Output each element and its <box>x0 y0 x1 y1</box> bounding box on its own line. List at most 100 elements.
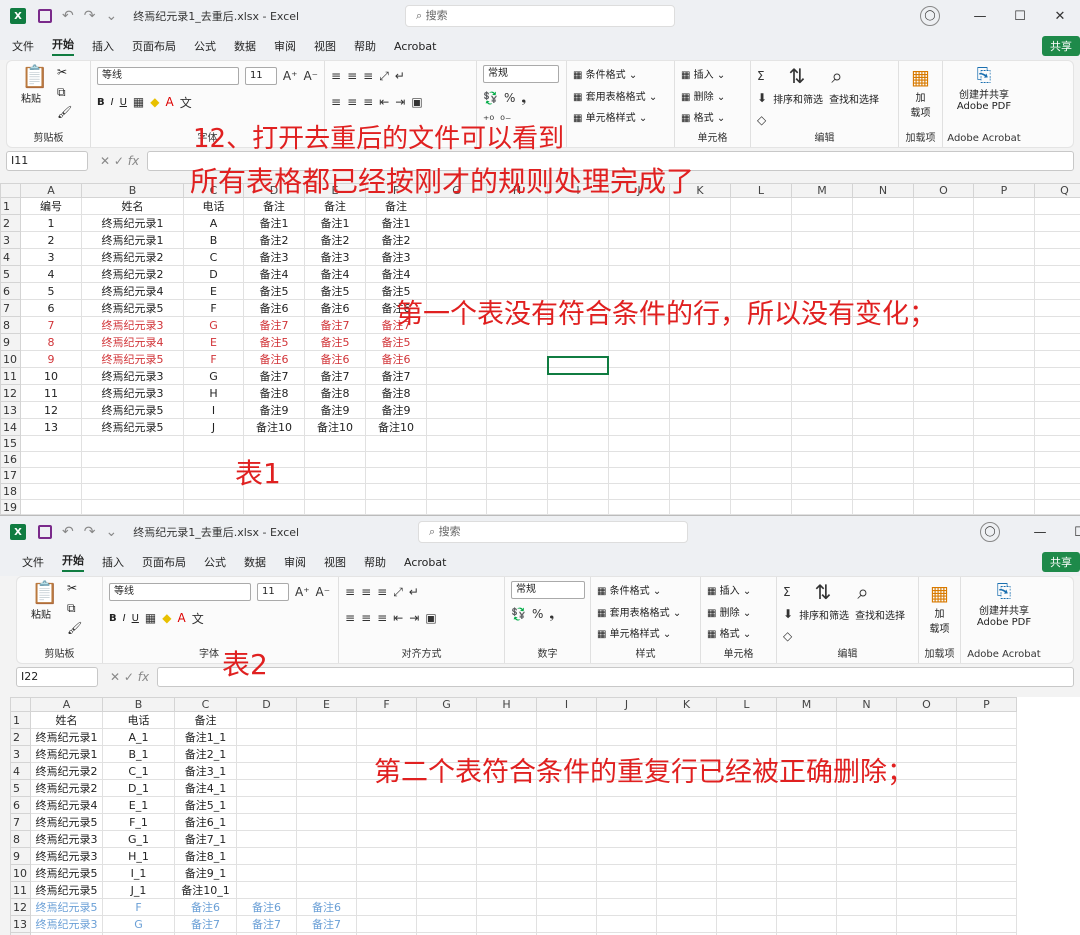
cell[interactable] <box>776 864 837 882</box>
cell[interactable]: 备注 <box>304 197 366 215</box>
cell[interactable] <box>416 830 477 848</box>
cell[interactable] <box>547 401 609 419</box>
cell[interactable] <box>656 830 717 848</box>
find-select-label[interactable]: 查找和选择 <box>829 91 879 106</box>
row-header[interactable]: 18 <box>0 482 21 500</box>
cell[interactable] <box>669 384 731 402</box>
font-size-select[interactable]: 11 <box>257 583 289 601</box>
cell[interactable] <box>716 864 777 882</box>
cell[interactable] <box>956 847 1017 865</box>
cell[interactable] <box>1034 466 1080 484</box>
cell[interactable] <box>669 435 731 452</box>
cell[interactable] <box>956 898 1017 916</box>
column-header[interactable]: Q <box>1034 183 1080 198</box>
cell[interactable] <box>1034 197 1080 215</box>
column-header[interactable]: G <box>416 697 477 712</box>
cell[interactable] <box>536 864 597 882</box>
align-left-icon[interactable]: ≡ <box>331 95 341 109</box>
cell[interactable] <box>669 214 731 232</box>
cell[interactable] <box>730 333 792 351</box>
cell[interactable] <box>669 367 731 385</box>
cell[interactable] <box>608 418 670 436</box>
cell[interactable] <box>426 498 487 515</box>
column-header[interactable]: F <box>356 697 417 712</box>
cell[interactable] <box>476 711 537 729</box>
cell[interactable] <box>81 435 184 452</box>
cell[interactable] <box>426 214 487 232</box>
cell[interactable] <box>1034 333 1080 351</box>
cell[interactable]: 备注7_1 <box>174 830 237 848</box>
cell[interactable] <box>896 881 957 899</box>
cell[interactable] <box>243 498 305 515</box>
search-box[interactable]: ⌕ 搜索 <box>405 5 675 27</box>
account-avatar[interactable]: ◯ <box>920 6 940 26</box>
cell[interactable] <box>1034 350 1080 368</box>
cell[interactable] <box>426 418 487 436</box>
cell[interactable] <box>486 384 548 402</box>
cell[interactable] <box>536 711 597 729</box>
cell[interactable] <box>669 401 731 419</box>
cell[interactable] <box>956 762 1017 780</box>
cell[interactable]: 备注6 <box>304 350 366 368</box>
find-icon[interactable]: ⌕ <box>857 580 868 604</box>
cell[interactable] <box>1034 498 1080 515</box>
cell[interactable] <box>426 482 487 500</box>
cell[interactable]: 终焉纪元录5 <box>30 813 103 831</box>
cell[interactable]: 备注4 <box>304 265 366 283</box>
cell-style-button[interactable]: ▦ 单元格样式 ⌄ <box>573 109 668 129</box>
cell[interactable]: 终焉纪元录2 <box>81 248 184 266</box>
cell[interactable] <box>973 299 1035 317</box>
column-header[interactable]: N <box>852 183 914 198</box>
sheet-2-grid[interactable]: A B C D E F G H I J K L M N O P 1 姓名 电话 备注 2 终焉纪元录1 A_1 备注1_1 3 终… <box>10 697 1017 935</box>
cell[interactable] <box>716 796 777 814</box>
cell[interactable] <box>913 466 974 484</box>
cell[interactable]: 备注7 <box>243 316 305 334</box>
increase-font-icon[interactable]: A⁺ <box>295 585 310 599</box>
cell[interactable] <box>669 350 731 368</box>
cell[interactable]: 编号 <box>20 197 82 215</box>
cell[interactable] <box>791 418 853 436</box>
cell[interactable] <box>608 435 670 452</box>
cell[interactable] <box>1034 265 1080 283</box>
cell[interactable] <box>1034 367 1080 385</box>
cell[interactable] <box>656 711 717 729</box>
cell[interactable] <box>791 231 853 249</box>
save-icon[interactable] <box>38 525 52 539</box>
cell[interactable] <box>536 898 597 916</box>
cell[interactable]: 4 <box>20 265 82 283</box>
cell[interactable] <box>791 265 853 283</box>
cell[interactable] <box>973 401 1035 419</box>
column-header[interactable]: L <box>716 697 777 712</box>
column-header[interactable]: N <box>836 697 897 712</box>
cell[interactable] <box>183 498 244 515</box>
cell[interactable] <box>547 435 609 452</box>
phonetic-icon[interactable]: 文 <box>192 610 204 627</box>
cell[interactable] <box>486 435 548 452</box>
cell[interactable] <box>973 418 1035 436</box>
cell[interactable] <box>1034 231 1080 249</box>
cell[interactable]: J <box>183 418 244 436</box>
cell[interactable]: 终焉纪元录1 <box>81 231 184 249</box>
clear-icon[interactable]: ◇ <box>757 113 766 127</box>
align-bottom-icon[interactable]: ≡ <box>363 69 373 83</box>
cell[interactable] <box>486 350 548 368</box>
column-header[interactable]: O <box>896 697 957 712</box>
cell[interactable]: 备注9 <box>243 401 305 419</box>
row-header[interactable]: 1 <box>0 197 21 215</box>
cell[interactable]: 终焉纪元录2 <box>81 265 184 283</box>
sheet-2[interactable]: A B C D E F G H I J K L M N O P 1 姓名 电话 备注 2 终焉纪元录1 A_1 备注1_1 3 终… <box>10 697 1080 935</box>
row-header[interactable]: 9 <box>10 847 31 865</box>
cell[interactable] <box>243 435 305 452</box>
cell[interactable] <box>716 711 777 729</box>
cell[interactable] <box>608 466 670 484</box>
cell[interactable] <box>416 915 477 933</box>
tab-0[interactable]: 文件 <box>12 38 34 54</box>
cell[interactable] <box>486 482 548 500</box>
cell[interactable] <box>973 350 1035 368</box>
cell[interactable] <box>596 796 657 814</box>
cell[interactable]: 备注8_1 <box>174 847 237 865</box>
maximize-icon[interactable]: ☐ <box>1000 9 1040 24</box>
cell[interactable]: 终焉纪元录4 <box>30 796 103 814</box>
find-icon[interactable]: ⌕ <box>831 64 842 88</box>
row-header[interactable]: 6 <box>0 282 21 300</box>
